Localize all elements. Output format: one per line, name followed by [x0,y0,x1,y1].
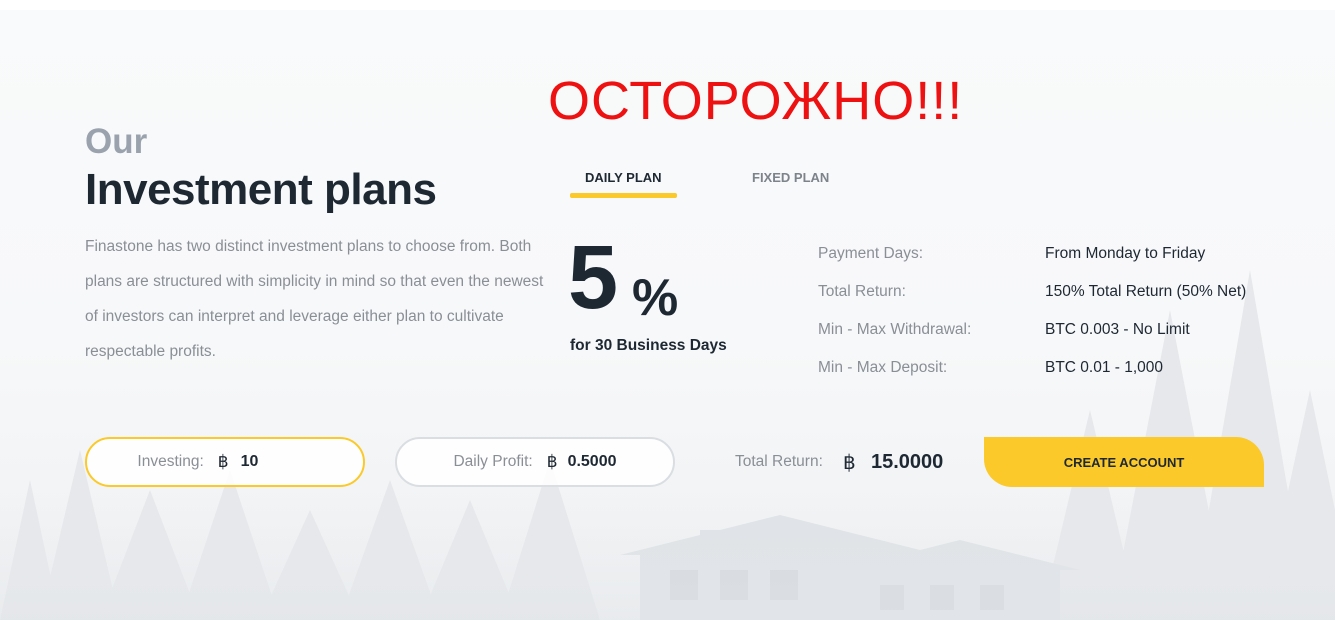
detail-value-total-return: 150% Total Return (50% Net) [1045,283,1247,300]
investing-field[interactable]: Investing: ฿ [85,437,365,487]
total-return-value: 15.0000 [871,451,944,473]
investment-plans-section: ОСТОРОЖНО!!! Our Investment plans Finast… [0,10,1335,620]
detail-value-withdrawal: BTC 0.003 - No Limit [1045,321,1190,338]
plan-rate-percent-sign: % [632,269,679,327]
detail-value-payment-days: From Monday to Friday [1045,245,1206,262]
section-description: Finastone has two distinct investment pl… [85,238,544,360]
bitcoin-icon: ฿ [843,452,856,474]
tab-daily-plan[interactable]: DAILY PLAN [585,170,662,185]
active-tab-indicator [570,193,677,198]
warning-banner: ОСТОРОЖНО!!! [548,71,964,131]
bitcoin-icon: ฿ [217,452,229,471]
daily-profit-label: Daily Profit: [453,453,533,470]
detail-label-withdrawal: Min - Max Withdrawal: [818,321,972,338]
daily-profit-value: 0.5000 [567,453,617,470]
plan-duration: for 30 Business Days [570,337,727,354]
total-return-label: Total Return: [735,453,823,470]
detail-value-deposit: BTC 0.01 - 1,000 [1045,359,1164,376]
heading-eyebrow: Our [85,122,148,161]
plan-rate: 5 [568,228,619,328]
tab-fixed-plan[interactable]: FIXED PLAN [752,170,829,185]
page-title: Investment plans [85,165,437,214]
daily-profit-field: Daily Profit: ฿ 0.5000 [395,437,675,487]
create-account-button[interactable]: CREATE ACCOUNT [984,437,1264,487]
investing-amount-input[interactable] [238,452,313,472]
detail-label-payment-days: Payment Days: [818,245,924,262]
investing-label: Investing: [137,453,204,470]
detail-label-deposit: Min - Max Deposit: [818,359,948,376]
bitcoin-icon: ฿ [546,452,558,471]
detail-label-total-return: Total Return: [818,283,906,300]
